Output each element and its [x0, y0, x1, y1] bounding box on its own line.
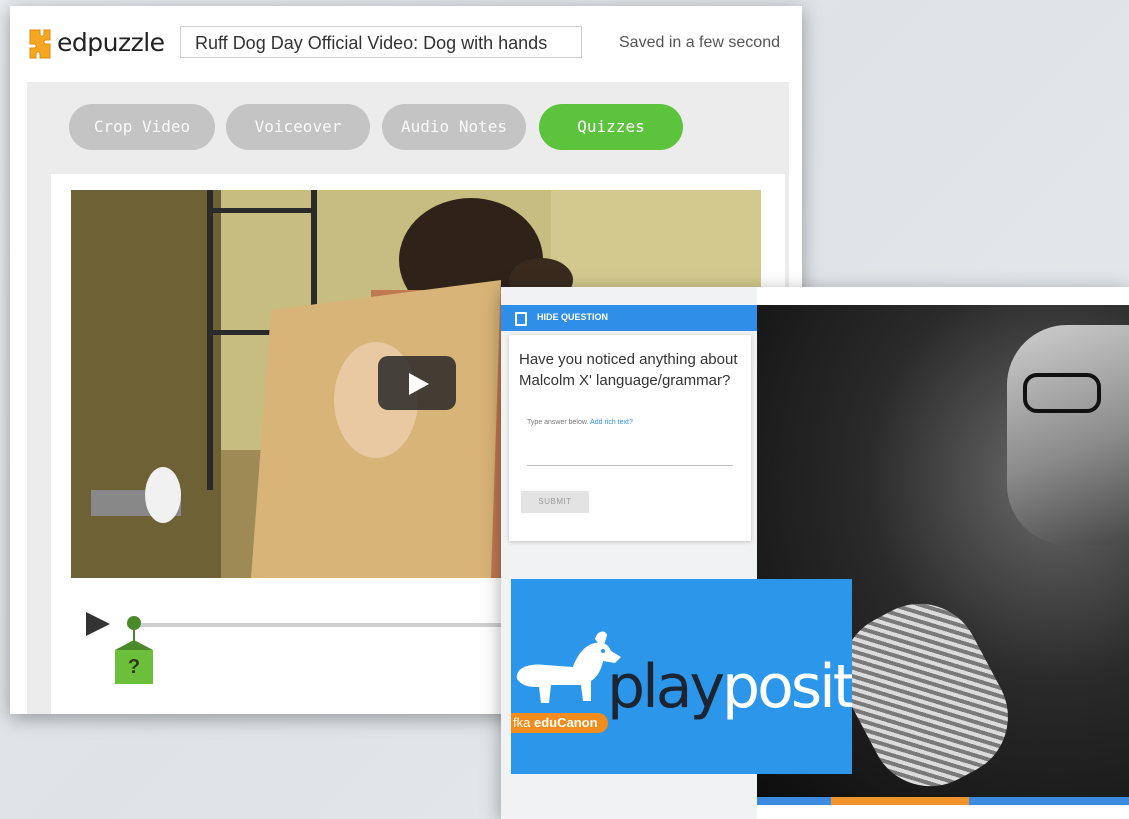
question-card: Have you noticed anything about Malcolm … — [509, 335, 751, 541]
tab-crop-video[interactable]: Crop Video — [69, 104, 215, 150]
playposit-wordmark: playposit — [607, 657, 852, 717]
video-title-input[interactable]: Ruff Dog Day Official Video: Dog with ha… — [180, 26, 582, 58]
answer-hint-text: Type answer below. — [527, 419, 589, 426]
question-text: Have you noticed anything about Malcolm … — [519, 351, 738, 389]
puzzle-logo-icon — [29, 29, 51, 59]
rich-text-link[interactable]: Add rich text? — [590, 419, 633, 426]
playposit-logo: playposit fka eduCanon — [511, 579, 852, 774]
fka-brand: eduCanon — [533, 715, 598, 730]
question-marker[interactable]: ? — [115, 616, 153, 692]
submit-button[interactable]: SUBMIT — [521, 491, 589, 513]
edpuzzle-brand[interactable]: edpuzzle — [57, 28, 165, 57]
fka-educanon-badge: fka eduCanon — [511, 713, 608, 733]
save-status: Saved in a few second — [619, 34, 780, 51]
hide-question-bar[interactable]: HIDE QUESTION — [501, 305, 757, 331]
wordmark-posit: posit — [722, 652, 852, 722]
video-progress-bar[interactable] — [757, 797, 1129, 805]
wordmark-play: play — [607, 652, 725, 722]
progress-segment — [831, 797, 969, 805]
tab-voiceover[interactable]: Voiceover — [226, 104, 370, 150]
question-mark-icon[interactable]: ? — [115, 650, 153, 684]
microphone-image — [820, 582, 1030, 797]
edpuzzle-header: edpuzzle Ruff Dog Day Official Video: Do… — [10, 6, 802, 82]
hide-question-label[interactable]: HIDE QUESTION — [537, 312, 608, 322]
square-icon — [515, 312, 527, 326]
video-play-button[interactable] — [378, 356, 456, 410]
answer-input[interactable] — [527, 465, 733, 466]
answer-hint: Type answer below. Add rich text? — [527, 419, 633, 426]
tab-quizzes[interactable]: Quizzes — [539, 104, 683, 150]
fka-label: fka — [513, 715, 534, 730]
play-icon[interactable] — [86, 612, 110, 636]
glasses-shape — [1023, 373, 1101, 413]
marker-cap — [115, 640, 153, 650]
tab-audio-notes[interactable]: Audio Notes — [382, 104, 526, 150]
speaker-face-image — [1007, 325, 1129, 545]
